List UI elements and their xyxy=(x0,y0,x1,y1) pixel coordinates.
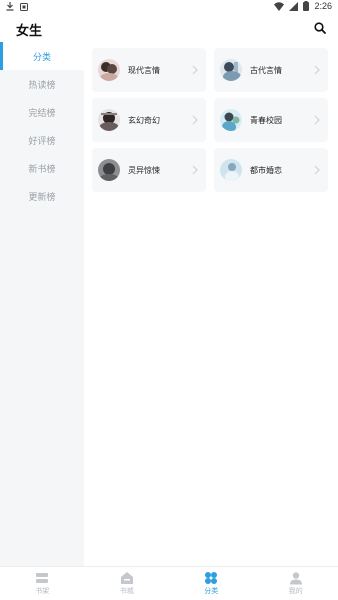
category-card[interactable]: 古代言情 xyxy=(214,48,328,92)
ranking-sidebar: 分类 热读榜 完结榜 好评榜 新书榜 更新榜 xyxy=(0,42,84,566)
nav-label: 书架 xyxy=(35,587,50,595)
status-right: 2:26 xyxy=(274,1,332,11)
notification-icon xyxy=(20,2,28,11)
top-bar: 女生 xyxy=(0,14,338,42)
sidebar-item-label: 热读榜 xyxy=(28,80,56,91)
status-left xyxy=(6,2,28,11)
category-thumbnail xyxy=(220,109,242,131)
category-thumbnail xyxy=(220,159,242,181)
category-card[interactable]: 灵异惊悚 xyxy=(92,148,206,192)
nav-bookstore[interactable]: 书城 xyxy=(85,567,170,600)
sidebar-item-updated[interactable]: 更新榜 xyxy=(0,182,84,210)
chevron-right-icon xyxy=(192,115,198,125)
sidebar-item-new-books[interactable]: 新书榜 xyxy=(0,154,84,182)
bookshelf-icon xyxy=(36,573,49,583)
category-label: 都市婚恋 xyxy=(250,165,282,175)
category-card[interactable]: 玄幻奇幻 xyxy=(92,98,206,142)
nav-label: 我的 xyxy=(288,587,303,595)
nav-label: 分类 xyxy=(204,587,219,595)
profile-icon xyxy=(289,572,302,585)
category-thumbnail xyxy=(98,109,120,131)
sidebar-item-label: 好评榜 xyxy=(28,136,56,147)
download-icon xyxy=(6,2,14,11)
sidebar-item-completed[interactable]: 完结榜 xyxy=(0,98,84,126)
wifi-icon xyxy=(274,1,285,11)
category-thumbnail xyxy=(98,159,120,181)
category-card[interactable]: 青春校园 xyxy=(214,98,328,142)
sidebar-item-category[interactable]: 分类 xyxy=(0,42,84,70)
nav-bookshelf[interactable]: 书架 xyxy=(0,567,85,600)
chevron-right-icon xyxy=(314,165,320,175)
category-content: 现代言情 古代言情 玄幻奇幻 青春校园 灵异惊悚 都市婚恋 xyxy=(84,42,338,566)
chevron-right-icon xyxy=(192,165,198,175)
category-grid: 现代言情 古代言情 玄幻奇幻 青春校园 灵异惊悚 都市婚恋 xyxy=(92,48,332,192)
bottom-navigation: 书架 书城 分类 我的 xyxy=(0,566,338,600)
nav-profile[interactable]: 我的 xyxy=(254,567,338,600)
category-label: 现代言情 xyxy=(128,65,160,75)
battery-icon xyxy=(303,1,310,11)
category-label: 青春校园 xyxy=(250,115,282,125)
sidebar-item-hot-reading[interactable]: 热读榜 xyxy=(0,70,84,98)
category-card[interactable]: 都市婚恋 xyxy=(214,148,328,192)
sidebar-item-label: 更新榜 xyxy=(28,192,56,203)
sidebar-item-label: 完结榜 xyxy=(28,108,56,119)
category-label: 灵异惊悚 xyxy=(128,165,160,175)
chevron-right-icon xyxy=(192,65,198,75)
status-bar: 2:26 xyxy=(0,0,338,14)
signal-icon xyxy=(289,1,299,11)
category-label: 古代言情 xyxy=(250,65,282,75)
sidebar-item-label: 新书榜 xyxy=(28,164,56,175)
category-icon xyxy=(205,572,218,584)
chevron-right-icon xyxy=(314,115,320,125)
nav-category[interactable]: 分类 xyxy=(169,567,254,600)
bookstore-icon xyxy=(120,572,133,584)
clock: 2:26 xyxy=(314,1,332,11)
nav-label: 书城 xyxy=(119,587,134,595)
category-label: 玄幻奇幻 xyxy=(128,115,160,125)
category-thumbnail xyxy=(220,59,242,81)
sidebar-item-label: 分类 xyxy=(32,52,51,63)
search-icon xyxy=(314,22,326,34)
category-card[interactable]: 现代言情 xyxy=(92,48,206,92)
sidebar-item-top-rated[interactable]: 好评榜 xyxy=(0,126,84,154)
chevron-right-icon xyxy=(314,65,320,75)
search-button[interactable] xyxy=(310,18,330,38)
category-thumbnail xyxy=(98,59,120,81)
page-title: 女生 xyxy=(16,24,43,39)
